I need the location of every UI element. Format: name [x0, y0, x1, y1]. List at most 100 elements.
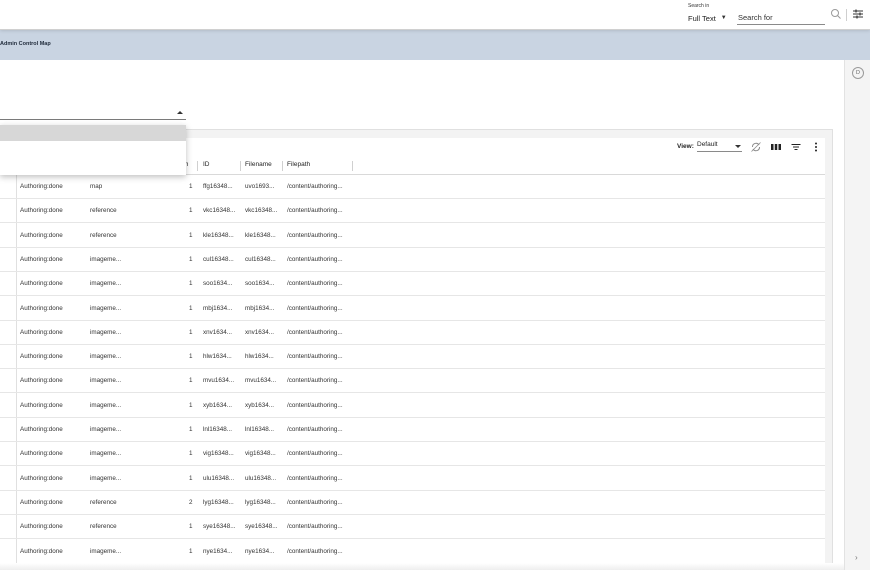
- cell-count: 1: [189, 280, 193, 288]
- cell-count: 2: [189, 498, 193, 506]
- cell-count: 1: [189, 426, 193, 433]
- right-rail: D ›: [844, 60, 870, 570]
- cell-filename: xyb1634...: [245, 401, 275, 409]
- cell-status: Authoring:done: [20, 231, 63, 239]
- cell-status: Authoring:done: [20, 401, 63, 409]
- table-row[interactable]: Authoring:done imageme... 1 soo1634... soo16…: [0, 272, 825, 297]
- cell-status: Authoring:done: [20, 304, 63, 312]
- search-input[interactable]: Search for: [737, 10, 825, 25]
- cell-id: nye1634...: [203, 547, 233, 555]
- cell-status: Authoring:done: [20, 377, 63, 385]
- table-row[interactable]: Authoring:done imageme... 1 hlw1634... hlw16…: [0, 345, 825, 370]
- title-band: Admin Control Map: [0, 30, 870, 60]
- chevron-right-icon[interactable]: ›: [855, 553, 858, 562]
- cell-filename: lyg16348...: [245, 498, 276, 506]
- cell-filepath: /content/authoring...: [287, 426, 343, 433]
- cell-id: mvu1634...: [203, 377, 235, 385]
- cell-id: ffg16348...: [203, 183, 233, 190]
- table-row[interactable]: Authoring:done reference 2 lyg16348... lyg16…: [0, 491, 825, 515]
- cell-id: xyb1634...: [203, 401, 233, 409]
- cell-type: imageme...: [90, 547, 122, 555]
- cell-filepath: /content/authoring...: [287, 280, 343, 288]
- column-header[interactable]: Filepath: [287, 161, 310, 168]
- column-header[interactable]: Filename: [245, 161, 272, 168]
- table-row[interactable]: Authoring:done reference 1 sye16348... sye16…: [0, 515, 825, 540]
- cell-filepath: /content/authoring...: [287, 304, 343, 312]
- table-row[interactable]: Authoring:done imageme... 1 cul16348... cul1…: [0, 248, 825, 272]
- table-row[interactable]: Authoring:done imageme... 1 mbj1634... mbj16…: [0, 297, 825, 321]
- table-row[interactable]: Authoring:done reference 1 vkc16348... vkc16…: [0, 199, 825, 224]
- table-row[interactable]: Authoring:done reference 1 kle16348... kle16…: [0, 224, 825, 248]
- cell-filename: soo1634...: [245, 280, 275, 288]
- view-value: Default: [697, 141, 718, 148]
- cell-id: kle16348...: [203, 231, 234, 239]
- dropdown-popup: [0, 125, 186, 175]
- cell-type: reference: [90, 207, 117, 215]
- table-row[interactable]: Authoring:done imageme... 1 mvu1634... mvu16…: [0, 369, 825, 394]
- column-separator: [282, 161, 283, 171]
- refresh-icon[interactable]: [750, 141, 762, 153]
- cell-status: Authoring:done: [20, 280, 63, 288]
- cell-filepath: /content/authoring...: [287, 547, 343, 555]
- cell-type: imageme...: [90, 353, 122, 361]
- cell-status: Authoring:done: [20, 547, 63, 555]
- cell-status: Authoring:done: [20, 474, 63, 482]
- cell-count: 1: [189, 304, 193, 312]
- more-vert-icon[interactable]: [810, 141, 822, 153]
- avatar[interactable]: D: [852, 67, 864, 79]
- dropdown-field[interactable]: [0, 108, 186, 120]
- cell-id: vkc16348...: [203, 207, 236, 215]
- table-row[interactable]: Authoring:done imageme... 1 lnl16348... lnl1…: [0, 418, 825, 442]
- cell-id: xnv1634...: [203, 328, 233, 336]
- table-row[interactable]: Authoring:done imageme... 1 xnv1634... xnv16…: [0, 321, 825, 345]
- search-icon[interactable]: [830, 8, 842, 20]
- search-in-value: Full Text: [688, 13, 716, 23]
- cell-filepath: /content/authoring...: [287, 353, 343, 361]
- table-row[interactable]: Authoring:done imageme... 1 ulu16348... ulu1…: [0, 467, 825, 491]
- column-header[interactable]: ID: [203, 161, 210, 168]
- cell-filepath: /content/authoring...: [287, 231, 343, 239]
- cell-status: Authoring:done: [20, 207, 63, 215]
- cell-filename: lnl16348...: [245, 426, 275, 433]
- filters-icon[interactable]: [852, 8, 864, 20]
- cell-count: 1: [189, 474, 193, 482]
- view-select[interactable]: Default: [697, 141, 742, 152]
- cell-count: 1: [189, 401, 193, 409]
- column-separator: [197, 161, 198, 171]
- table-row[interactable]: Authoring:done imageme... 1 xyb1634... xyb16…: [0, 394, 825, 418]
- cell-filename: hlw1634...: [245, 353, 274, 361]
- cell-type: imageme...: [90, 255, 122, 263]
- cell-type: imageme...: [90, 377, 122, 385]
- cell-type: imageme...: [90, 426, 122, 433]
- columns-icon[interactable]: [770, 141, 782, 153]
- column-separator: [352, 161, 353, 171]
- cell-status: Authoring:done: [20, 450, 63, 458]
- dropdown-option-selected[interactable]: [0, 125, 186, 141]
- table-row[interactable]: Authoring:done imageme... 1 vig16348... vig1…: [0, 442, 825, 467]
- cell-type: imageme...: [90, 304, 122, 312]
- cell-filename: vkc16348...: [245, 207, 278, 215]
- cell-filepath: /content/authoring...: [287, 401, 343, 409]
- cell-id: mbj1634...: [203, 304, 233, 312]
- table-row[interactable]: Authoring:done map 1 ffg16348... uvo1693... /…: [0, 175, 825, 199]
- chevron-down-icon: ▼: [720, 15, 727, 21]
- cell-id: lnl16348...: [203, 426, 233, 433]
- table-row[interactable]: Authoring:done imageme... 1 nye1634... nye16…: [0, 540, 825, 564]
- chevron-up-icon: [177, 111, 183, 114]
- cell-count: 1: [189, 547, 193, 555]
- cell-filename: ulu16348...: [245, 474, 277, 482]
- cell-filepath: /content/authoring...: [287, 523, 343, 531]
- cell-id: cul16348...: [203, 255, 234, 263]
- cell-filepath: /content/authoring...: [287, 207, 343, 215]
- cell-filepath: /content/authoring...: [287, 255, 343, 263]
- cell-status: Authoring:done: [20, 328, 63, 336]
- cell-count: 1: [189, 231, 193, 239]
- filter-icon[interactable]: [790, 141, 802, 153]
- cell-status: Authoring:done: [20, 255, 63, 263]
- scroll-shadow: [0, 563, 844, 570]
- cell-status: Authoring:done: [20, 498, 63, 506]
- cell-type: imageme...: [90, 474, 122, 482]
- cell-count: 1: [189, 377, 193, 385]
- cell-type: reference: [90, 498, 117, 506]
- search-in-select[interactable]: Full Text ▼: [688, 11, 730, 25]
